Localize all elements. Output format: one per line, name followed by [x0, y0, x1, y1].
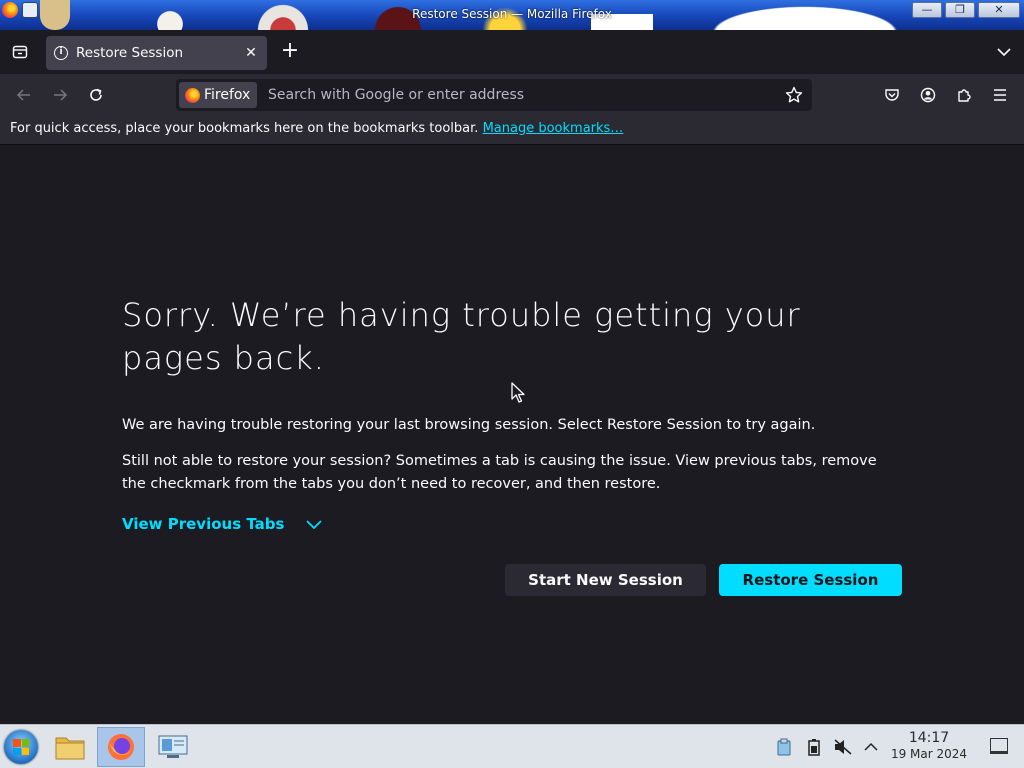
bookmark-star-button[interactable] — [784, 85, 804, 105]
show-desktop-button[interactable] — [990, 738, 1008, 754]
tray-expand[interactable] — [861, 737, 881, 757]
tray-clipboard[interactable] — [774, 737, 794, 757]
titlebar-decoration — [690, 0, 920, 30]
taskbar-clock[interactable]: 14:17 19 Mar 2024 — [884, 730, 974, 762]
taskbar: 14:17 19 Mar 2024 — [0, 724, 1024, 768]
clipboard-icon — [777, 738, 791, 756]
close-window-button[interactable]: ✕ — [978, 2, 1020, 18]
restore-session-button[interactable]: Restore Session — [719, 564, 902, 596]
forward-arrow-icon — [54, 89, 68, 101]
start-new-session-button[interactable]: Start New Session — [505, 564, 706, 596]
bookmarks-toolbar: For quick access, place your bookmarks h… — [0, 116, 1024, 145]
page-title: Sorry. We’re having trouble getting your… — [122, 296, 801, 377]
info-icon: i — [54, 46, 68, 60]
titlebar-decoration — [255, 0, 311, 30]
titlebar-decoration — [40, 0, 70, 30]
titlebar-decoration — [591, 14, 653, 30]
taskbar-firefox[interactable] — [97, 727, 145, 767]
titlebar-decoration — [370, 0, 426, 30]
titlebar-decoration — [150, 0, 190, 30]
tray-battery[interactable] — [804, 737, 824, 757]
pocket-button[interactable] — [881, 84, 903, 106]
identity-label: Firefox — [204, 87, 251, 103]
list-all-tabs-button[interactable] — [994, 42, 1014, 62]
window-menu-icon[interactable] — [22, 2, 38, 18]
taskbar-system-settings[interactable] — [149, 727, 197, 767]
tray-volume[interactable] — [833, 737, 853, 757]
restore-instructions: Still not able to restore your session? … — [122, 453, 877, 492]
bookmarks-toolbar-message: For quick access, place your bookmarks h… — [10, 121, 479, 136]
system-settings-icon — [158, 735, 188, 758]
tab-label: Restore Session — [76, 45, 184, 61]
puzzle-icon — [958, 89, 971, 102]
firefox-window-icon[interactable] — [2, 2, 18, 18]
firefox-logo-icon — [185, 87, 200, 103]
firefox-view-icon — [12, 45, 28, 59]
mouse-pointer-icon — [511, 382, 525, 403]
firefox-icon — [108, 734, 134, 760]
back-button[interactable] — [12, 83, 36, 107]
firefox-view-button[interactable] — [8, 40, 32, 64]
battery-icon — [808, 739, 820, 756]
start-menu-button[interactable] — [4, 730, 38, 764]
account-button[interactable] — [917, 84, 939, 106]
new-tab-button[interactable]: + — [279, 40, 301, 63]
clock-time: 14:17 — [908, 730, 950, 746]
navigation-toolbar: Firefox — [0, 74, 1024, 116]
tab-strip: i Restore Session ✕ + — [0, 30, 1024, 74]
extensions-button[interactable] — [953, 84, 975, 106]
page-content: Sorry. We’re having trouble getting your… — [0, 146, 1024, 724]
forward-button[interactable] — [48, 83, 72, 107]
identity-box[interactable]: Firefox — [179, 82, 258, 108]
minimize-button[interactable]: — — [912, 2, 942, 18]
taskbar-files[interactable] — [46, 727, 94, 767]
view-previous-tabs-label: View Previous Tabs — [122, 515, 285, 533]
back-arrow-icon — [16, 89, 30, 101]
reload-icon — [90, 88, 102, 101]
chevron-down-icon — [306, 520, 323, 529]
muted-volume-icon — [834, 739, 852, 755]
hamburger-menu-icon — [994, 89, 1006, 101]
chevron-down-icon — [997, 48, 1011, 57]
restore-description: We are having trouble restoring your las… — [122, 417, 816, 433]
maximize-button[interactable]: ❐ — [945, 2, 975, 18]
files-icon — [55, 737, 85, 760]
manage-bookmarks-link[interactable]: Manage bookmarks… — [483, 121, 624, 136]
tab-restore-session[interactable]: i Restore Session ✕ — [46, 36, 267, 70]
clock-date: 19 Mar 2024 — [890, 747, 968, 761]
url-bar[interactable]: Firefox — [176, 79, 812, 111]
view-previous-tabs-toggle[interactable]: View Previous Tabs — [122, 515, 323, 533]
address-input[interactable] — [268, 79, 768, 111]
pocket-icon — [885, 89, 899, 101]
account-icon — [920, 87, 936, 103]
star-icon — [785, 86, 803, 103]
app-menu-button[interactable] — [989, 84, 1011, 106]
titlebar-decoration — [482, 0, 528, 30]
close-tab-button[interactable]: ✕ — [243, 45, 259, 61]
windows-logo-icon — [13, 739, 29, 755]
reload-button[interactable] — [84, 83, 108, 107]
window-titlebar: Restore Session — Mozilla Firefox — ❐ ✕ — [0, 0, 1024, 30]
chevron-up-icon — [864, 742, 878, 751]
